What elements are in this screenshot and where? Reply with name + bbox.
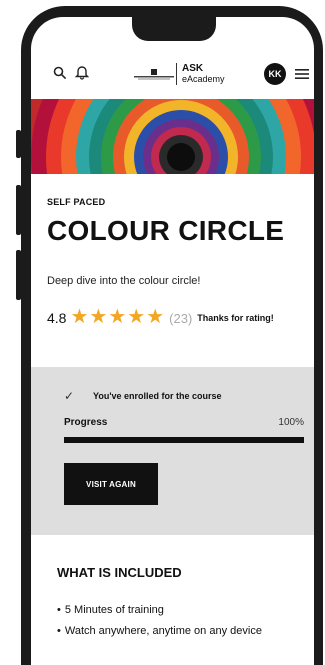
list-item: Watch anywhere, anytime on any device xyxy=(57,621,262,642)
top-bar: ASK eAcademy KK xyxy=(31,63,314,87)
star-icon[interactable]: ★ xyxy=(89,306,107,328)
included-list: 5 Minutes of training Watch anywhere, an… xyxy=(57,600,262,642)
brand-logo-icon xyxy=(134,69,174,80)
search-icon[interactable] xyxy=(53,66,67,80)
included-title: WHAT IS INCLUDED xyxy=(57,565,182,580)
hero-image xyxy=(31,99,314,174)
logo-divider xyxy=(176,63,177,85)
phone-side-button xyxy=(16,185,21,235)
progress-percent: 100% xyxy=(278,417,304,428)
list-item: 5 Minutes of training xyxy=(57,600,262,621)
star-icon[interactable]: ★ xyxy=(127,306,145,328)
progress-bar xyxy=(64,437,304,443)
brand-logo xyxy=(134,68,174,80)
phone-notch xyxy=(132,17,216,41)
academy-logo: ASK eAcademy xyxy=(182,63,225,85)
course-title: COLOUR CIRCLE xyxy=(47,215,285,246)
enrollment-panel: ✓ You've enrolled for the course Progres… xyxy=(31,367,314,535)
logo-line2: eAcademy xyxy=(182,74,225,84)
logo-line1: ASK xyxy=(182,63,204,74)
star-icon[interactable]: ★ xyxy=(146,306,164,328)
rating-stars[interactable]: ★★★★★ xyxy=(70,306,165,328)
rating-count: (23) xyxy=(169,310,193,326)
visit-again-button[interactable]: VISIT AGAIN xyxy=(64,463,158,505)
star-icon[interactable]: ★ xyxy=(70,306,88,328)
phone-side-button xyxy=(16,130,21,158)
phone-side-button xyxy=(16,250,21,300)
screen: ASK eAcademy KK SELF PACED COLOUR CIRCLE… xyxy=(31,17,314,665)
enrollment-status: You've enrolled for the course xyxy=(93,391,222,401)
rating-row: 4.8 ★★★★★ (23) Thanks for rating! xyxy=(47,306,274,328)
course-subtitle: Deep dive into the colour circle! xyxy=(47,275,201,287)
check-icon: ✓ xyxy=(64,389,75,403)
star-icon[interactable]: ★ xyxy=(108,306,126,328)
progress-fill xyxy=(64,437,304,443)
course-type-tag: SELF PACED xyxy=(47,197,106,207)
colour-circle-image xyxy=(31,99,314,174)
avatar[interactable]: KK xyxy=(264,63,286,85)
rating-value: 4.8 xyxy=(47,310,67,326)
rating-message: Thanks for rating! xyxy=(197,313,274,323)
progress-label: Progress xyxy=(64,417,108,428)
menu-icon[interactable] xyxy=(295,68,309,80)
bell-icon[interactable] xyxy=(75,65,89,80)
